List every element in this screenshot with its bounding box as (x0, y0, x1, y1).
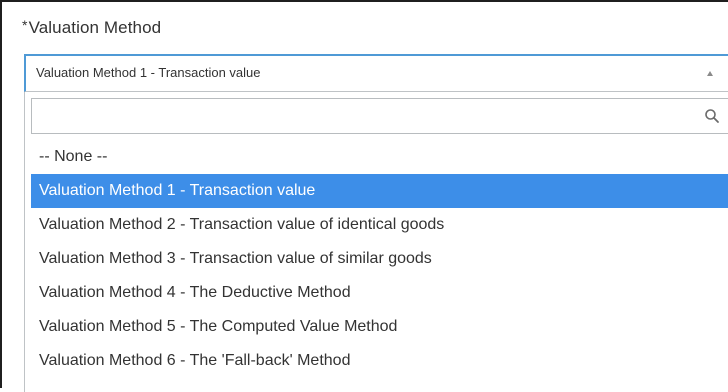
option-list: -- None -- Valuation Method 1 - Transact… (31, 140, 728, 378)
select-current-value: Valuation Method 1 - Transaction value (36, 65, 261, 80)
option-method-3[interactable]: Valuation Method 3 - Transaction value o… (31, 242, 728, 276)
option-method-1[interactable]: Valuation Method 1 - Transaction value (31, 174, 728, 208)
field-label: *Valuation Method (22, 17, 162, 38)
required-marker: * (22, 17, 28, 33)
valuation-method-select[interactable]: Valuation Method 1 - Transaction value (24, 54, 728, 92)
option-none[interactable]: -- None -- (31, 140, 728, 174)
search-input[interactable] (32, 99, 692, 133)
caret-up-icon[interactable] (707, 71, 713, 76)
option-method-2[interactable]: Valuation Method 2 - Transaction value o… (31, 208, 728, 242)
window-frame: *Valuation Method Valuation Method 1 - T… (0, 0, 728, 392)
option-method-6[interactable]: Valuation Method 6 - The 'Fall-back' Met… (31, 344, 728, 378)
option-method-5[interactable]: Valuation Method 5 - The Computed Value … (31, 310, 728, 344)
option-method-4[interactable]: Valuation Method 4 - The Deductive Metho… (31, 276, 728, 310)
dropdown-panel: -- None -- Valuation Method 1 - Transact… (24, 92, 728, 392)
search-icon (705, 109, 719, 123)
field-label-text: Valuation Method (28, 18, 162, 37)
dropdown-search[interactable] (31, 98, 728, 134)
